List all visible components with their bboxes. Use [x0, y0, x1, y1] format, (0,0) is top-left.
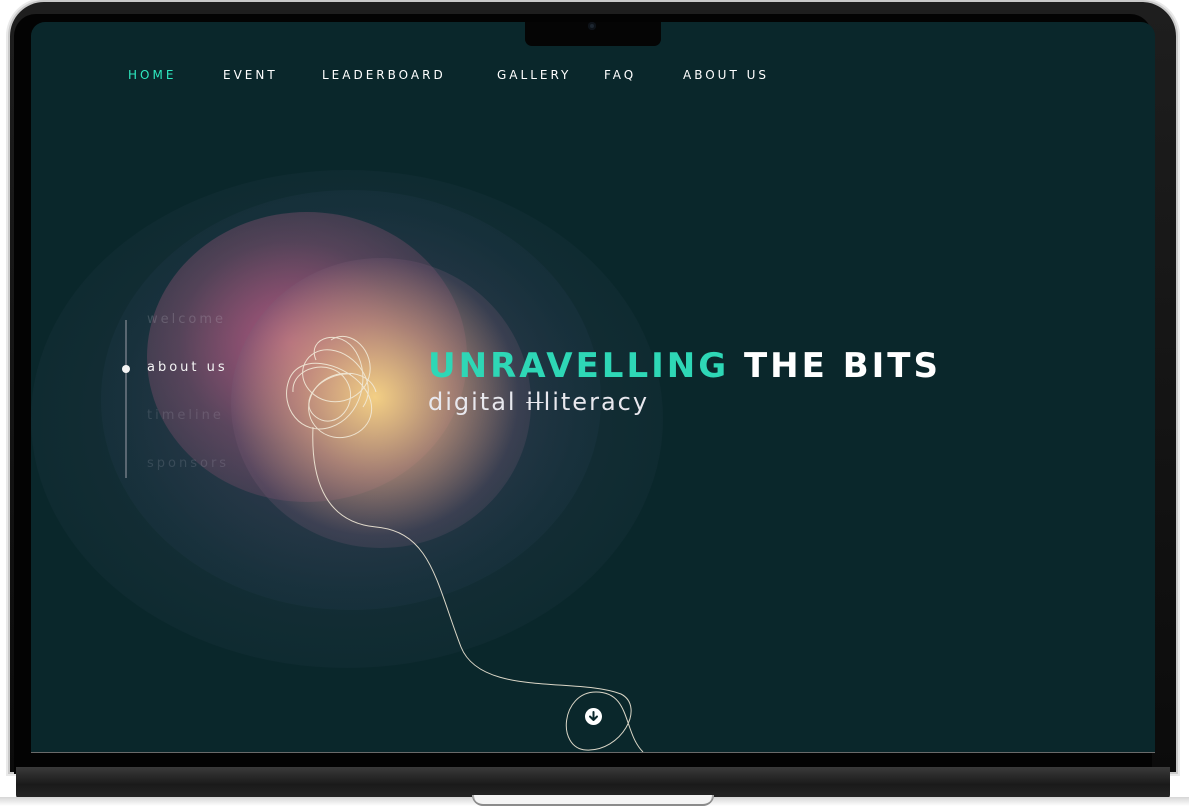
section-progress-indicator [122, 365, 130, 373]
nav-home-link[interactable]: HOME [128, 68, 176, 82]
nav-leaderboard-link[interactable]: LEADERBOARD [322, 68, 446, 82]
website-screen: HOME EVENT LEADERBOARD GALLERY FAQ ABOUT… [31, 22, 1155, 752]
section-link-timeline[interactable]: timeline [147, 408, 224, 423]
hero-title-accent: UNRAVELLING [428, 346, 730, 386]
hero-subtitle: digital illiteracy [428, 388, 649, 416]
screen-bottom-edge [31, 752, 1155, 753]
hero-subtitle-prefix: digital [428, 388, 527, 416]
webcam [588, 22, 596, 30]
section-link-about-us[interactable]: about us [147, 360, 228, 375]
laptop-hinge-notch [472, 795, 714, 806]
hero-title: UNRAVELLING THE BITS [428, 346, 941, 386]
hero-subtitle-struck: il [526, 388, 544, 416]
section-link-sponsors[interactable]: sponsors [147, 456, 229, 471]
section-link-welcome[interactable]: welcome [147, 312, 226, 327]
main-navigation: HOME EVENT LEADERBOARD GALLERY FAQ ABOUT… [31, 68, 1155, 88]
nav-event-link[interactable]: EVENT [223, 68, 278, 82]
scroll-down-button[interactable] [585, 708, 602, 725]
section-progress-track [125, 320, 127, 478]
nav-about-us-link[interactable]: ABOUT US [683, 68, 769, 82]
nav-faq-link[interactable]: FAQ [604, 68, 636, 82]
hero-title-rest: THE BITS [743, 346, 941, 386]
nav-gallery-link[interactable]: GALLERY [497, 68, 571, 82]
hero-subtitle-suffix: literacy [543, 388, 650, 416]
arrow-down-circle-icon [589, 711, 598, 721]
